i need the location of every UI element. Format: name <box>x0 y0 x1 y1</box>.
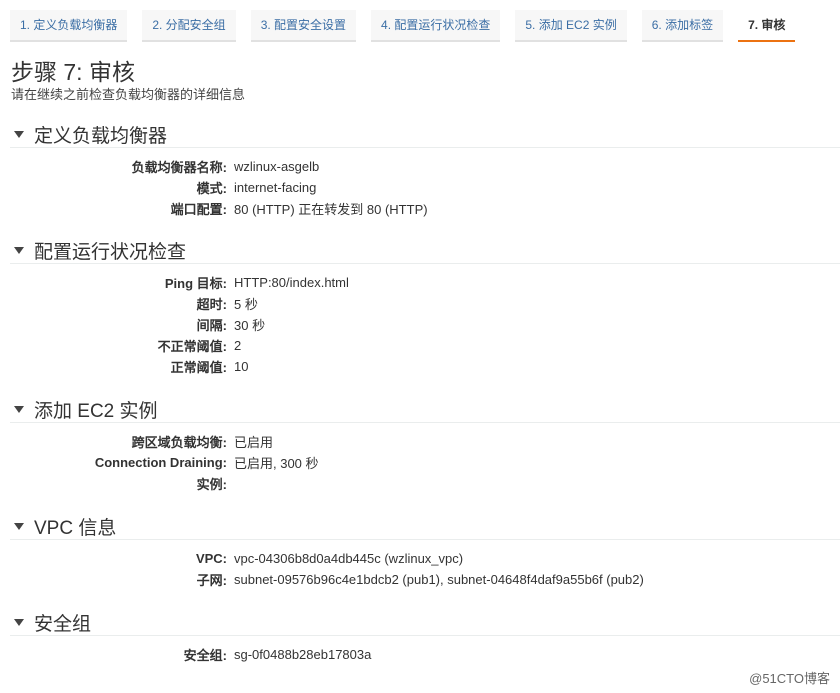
detail-row: 超时: 5 秒 <box>10 293 840 314</box>
detail-label: 跨区域负载均衡: <box>131 435 227 450</box>
tab-review[interactable]: 7. 审核 <box>738 10 796 42</box>
detail-row: 跨区域负载均衡: 已启用 <box>10 431 840 452</box>
section-header[interactable]: 定义负载均衡器 <box>10 122 840 148</box>
detail-value: subnet-09576b96c4e1bdcb2 (pub1), subnet-… <box>234 572 644 587</box>
tab-define-load-balancer[interactable]: 1. 定义负载均衡器 <box>10 10 128 42</box>
detail-row: 间隔: 30 秒 <box>10 314 840 335</box>
detail-label: 子网: <box>196 573 227 588</box>
caret-down-icon[interactable] <box>14 406 24 413</box>
detail-value: vpc-04306b8d0a4db445c (wzlinux_vpc) <box>234 551 464 566</box>
caret-down-icon[interactable] <box>14 131 24 138</box>
section-title: VPC 信息 <box>34 518 117 539</box>
detail-row: 不正常阈值: 2 <box>10 335 840 356</box>
detail-value: sg-0f0488b28eb17803a <box>234 647 372 662</box>
section-header[interactable]: 添加 EC2 实例 <box>10 397 840 423</box>
detail-value: 30 秒 <box>234 318 266 333</box>
section-title: 定义负载均衡器 <box>34 126 168 147</box>
caret-down-icon[interactable] <box>14 247 24 254</box>
page-subtitle: 请在继续之前检查负载均衡器的详细信息 <box>11 87 246 102</box>
detail-row: 实例: <box>10 473 840 494</box>
tab-configure-health-check[interactable]: 4. 配置运行状况检查 <box>371 10 501 42</box>
section-header[interactable]: 配置运行状况检查 <box>10 238 840 264</box>
watermark: @51CTO博客 <box>749 671 830 686</box>
detail-value: wzlinux-asgelb <box>234 159 320 174</box>
section-health-check: 配置运行状况检查 Ping 目标: HTTP:80/index.html 超时:… <box>10 238 840 377</box>
detail-row: Connection Draining: 已启用, 300 秒 <box>10 452 840 473</box>
detail-value: HTTP:80/index.html <box>234 275 349 290</box>
detail-row: Ping 目标: HTTP:80/index.html <box>10 272 840 293</box>
detail-label: 正常阈值: <box>170 360 227 375</box>
section-header[interactable]: 安全组 <box>10 610 840 636</box>
detail-row: 安全组: sg-0f0488b28eb17803a <box>10 644 840 665</box>
detail-value: 10 <box>234 359 249 374</box>
tab-configure-security-settings[interactable]: 3. 配置安全设置 <box>250 10 357 42</box>
section-security-groups: 安全组 安全组: sg-0f0488b28eb17803a <box>10 610 840 665</box>
detail-value: 已启用 <box>234 435 274 450</box>
detail-row: 子网: subnet-09576b96c4e1bdcb2 (pub1), sub… <box>10 569 840 590</box>
detail-label: VPC: <box>195 551 227 566</box>
detail-row: 端口配置: 80 (HTTP) 正在转发到 80 (HTTP) <box>10 198 840 219</box>
detail-row: 模式: internet-facing <box>10 177 840 198</box>
tab-assign-security-groups[interactable]: 2. 分配安全组 <box>142 10 236 42</box>
detail-row: VPC: vpc-04306b8d0a4db445c (wzlinux_vpc) <box>10 548 840 569</box>
section-header[interactable]: VPC 信息 <box>10 514 840 540</box>
detail-row: 负载均衡器名称: wzlinux-asgelb <box>10 156 840 177</box>
section-title: 安全组 <box>34 614 92 635</box>
tab-add-tags[interactable]: 6. 添加标签 <box>641 10 724 42</box>
detail-label: 安全组: <box>183 648 227 663</box>
section-vpc-info: VPC 信息 VPC: vpc-04306b8d0a4db445c (wzlin… <box>10 514 840 590</box>
caret-down-icon[interactable] <box>14 523 24 530</box>
detail-value: 2 <box>234 338 242 353</box>
detail-label: Connection Draining: <box>94 455 227 470</box>
detail-row: 正常阈值: 10 <box>10 356 840 377</box>
detail-label: 模式: <box>196 181 227 196</box>
section-title: 配置运行状况检查 <box>34 242 187 263</box>
detail-value: 5 秒 <box>234 297 258 312</box>
detail-value: internet-facing <box>234 180 317 195</box>
wizard-steps: 1. 定义负载均衡器 2. 分配安全组 3. 配置安全设置 4. 配置运行状况检… <box>10 10 810 42</box>
caret-down-icon[interactable] <box>14 619 24 626</box>
section-define-load-balancer: 定义负载均衡器 负载均衡器名称: wzlinux-asgelb 模式: inte… <box>10 122 840 219</box>
detail-value: 80 (HTTP) 正在转发到 80 (HTTP) <box>234 202 428 217</box>
tab-add-ec2-instances[interactable]: 5. 添加 EC2 实例 <box>515 10 627 42</box>
detail-value: 已启用, 300 秒 <box>234 456 319 471</box>
section-title: 添加 EC2 实例 <box>34 401 158 422</box>
detail-label: 负载均衡器名称: <box>131 160 227 175</box>
page-title: 步骤 7: 审核 <box>11 59 135 85</box>
detail-label: 端口配置: <box>170 202 227 217</box>
detail-label: 不正常阈值: <box>157 339 227 354</box>
detail-label: Ping 目标: <box>164 276 227 291</box>
detail-label: 超时: <box>196 297 227 312</box>
detail-label: 实例: <box>196 477 227 492</box>
detail-label: 间隔: <box>196 318 227 333</box>
section-add-ec2-instances: 添加 EC2 实例 跨区域负载均衡: 已启用 Connection Draini… <box>10 397 840 494</box>
